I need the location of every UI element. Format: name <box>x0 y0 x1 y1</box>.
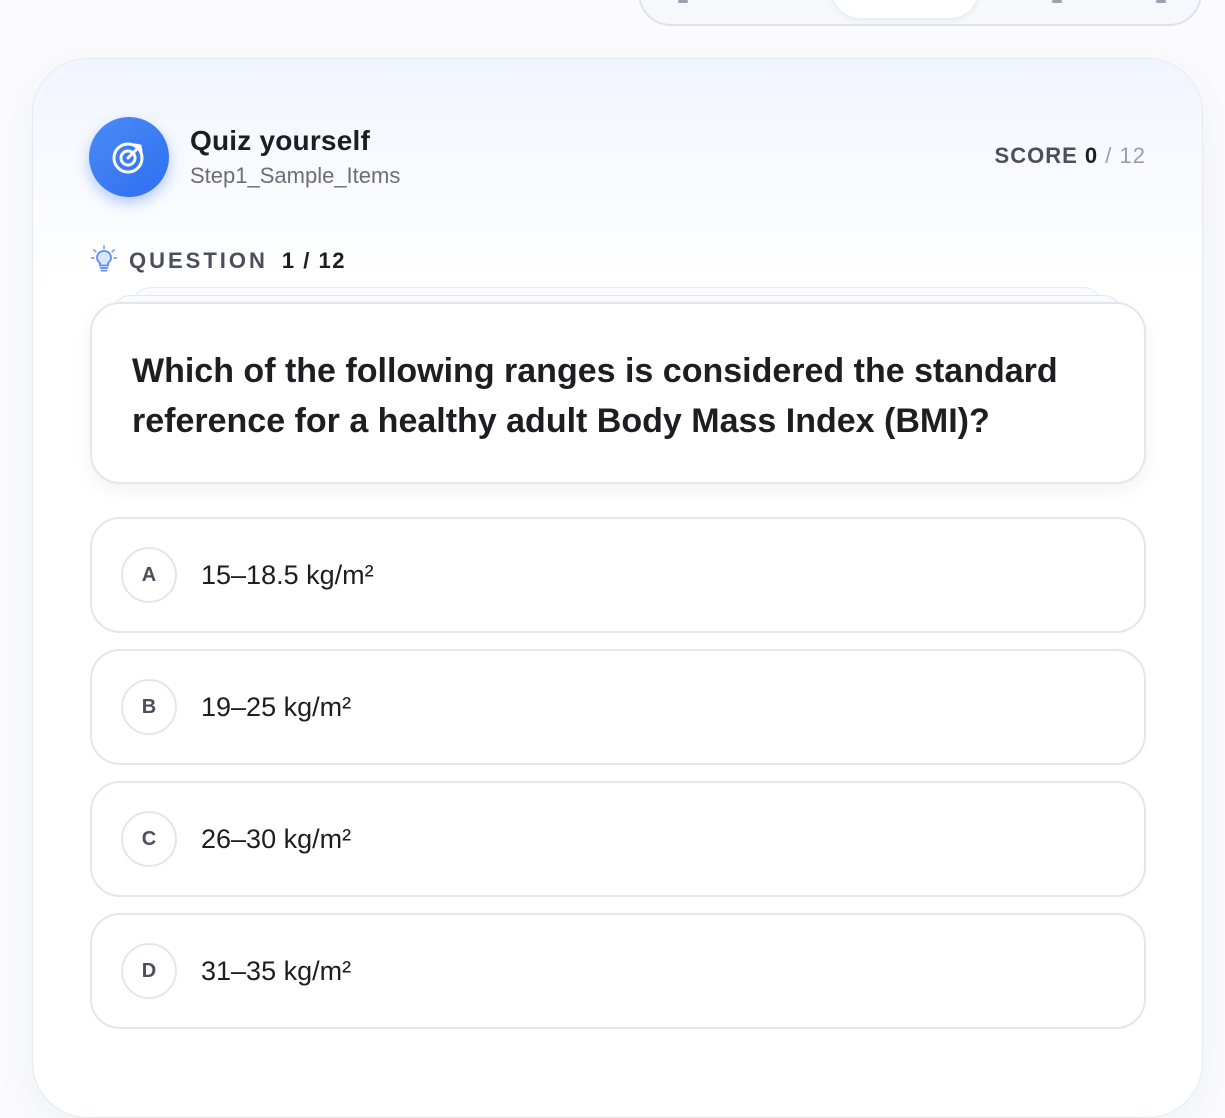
option-a[interactable]: A 15–18.5 kg/m² <box>90 517 1146 633</box>
target-icon-svg <box>112 142 144 174</box>
quiz-header: Quiz yourself Step1_Sample_Items SCORE 0… <box>89 117 1146 199</box>
option-d[interactable]: D 31–35 kg/m² <box>90 913 1146 1029</box>
lightbulb-icon <box>90 244 118 278</box>
active-tab[interactable] <box>832 0 978 18</box>
quiz-title: Quiz yourself <box>190 125 370 156</box>
question-counter: QUESTION 1 / 12 <box>90 244 346 278</box>
tab-indicator <box>1052 0 1062 3</box>
question-label: QUESTION <box>129 248 268 273</box>
option-letter: C <box>121 811 177 867</box>
tab-indicator <box>678 0 688 3</box>
option-text: 26–30 kg/m² <box>201 823 352 854</box>
option-b[interactable]: B 19–25 kg/m² <box>90 649 1146 765</box>
quiz-subtitle: Step1_Sample_Items <box>190 163 401 188</box>
score-total: / 12 <box>1105 143 1146 168</box>
tab-indicator <box>1156 0 1166 3</box>
option-letter: A <box>121 547 177 603</box>
target-icon <box>89 117 169 197</box>
option-text: 15–18.5 kg/m² <box>201 559 374 590</box>
option-text: 31–35 kg/m² <box>201 955 352 986</box>
score-label: SCORE <box>994 143 1078 168</box>
score-value: 0 <box>1084 143 1099 168</box>
option-c[interactable]: C 26–30 kg/m² <box>90 781 1146 897</box>
quiz-card: Quiz yourself Step1_Sample_Items SCORE 0… <box>32 58 1203 1118</box>
question-card: Which of the following ranges is conside… <box>90 302 1146 484</box>
option-letter: D <box>121 943 177 999</box>
option-letter: B <box>121 679 177 735</box>
question-text: Which of the following ranges is conside… <box>132 352 1058 440</box>
top-tab-bar <box>638 0 1202 26</box>
question-number: 1 / 12 <box>281 248 346 273</box>
option-text: 19–25 kg/m² <box>201 691 352 722</box>
score-display: SCORE 0 / 12 <box>995 143 1146 169</box>
